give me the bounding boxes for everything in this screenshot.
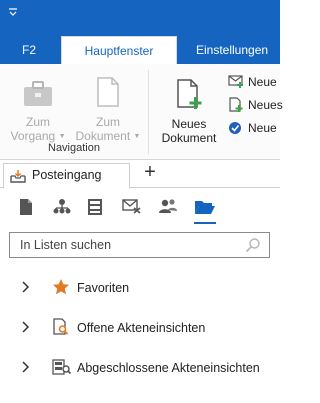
document-add-icon (228, 97, 244, 117)
chevron-right-icon[interactable] (20, 320, 30, 337)
tree-item-label: Offene Akteneinsichten (77, 321, 206, 335)
neue-check-button[interactable]: Neue (228, 120, 288, 143)
neues-dokument-line2: Dokument (161, 131, 217, 145)
ribbon-small-actions: Neue Neues Neue (228, 74, 288, 143)
briefcase-icon (8, 78, 68, 111)
neues-dokument-button[interactable]: Neues Dokument (156, 78, 222, 145)
quick-access-dropdown-icon[interactable] (8, 8, 18, 16)
tab-posteingang[interactable]: Posteingang (3, 163, 130, 189)
star-icon (52, 278, 70, 299)
mail-icon[interactable] (122, 198, 144, 218)
neue-mail-button[interactable]: Neue (228, 74, 288, 97)
title-bar (0, 0, 280, 36)
group-separator (148, 70, 149, 154)
neues-item-button[interactable]: Neues (228, 97, 288, 120)
hierarchy-icon[interactable] (52, 198, 74, 218)
list-search-box (9, 232, 270, 258)
tab-einstellungen[interactable]: Einstellungen (184, 36, 280, 64)
document-icon (72, 76, 144, 111)
group-label-navigation: Navigation (48, 142, 100, 154)
document-list-icon[interactable] (18, 198, 40, 218)
file-view-icon (52, 318, 70, 339)
neues-dokument-line1: Neues (171, 117, 207, 131)
neue-check-label: Neue (248, 121, 277, 135)
chevron-right-icon[interactable] (20, 360, 30, 377)
archive-view-icon (52, 358, 72, 379)
tree-item-offene-akteneinsichten[interactable]: Offene Akteneinsichten (0, 308, 280, 348)
new-document-icon (156, 78, 222, 113)
folder-open-icon[interactable] (194, 198, 216, 224)
chevron-down-icon: ▼ (58, 132, 66, 140)
chevron-down-icon: ▼ (133, 132, 141, 140)
list-type-toolbar (0, 196, 280, 224)
tree-item-abgeschlossene-akteneinsichten[interactable]: Abgeschlossene Akteneinsichten (0, 348, 280, 388)
ribbon-panel: Zum Vorgang ▼ Zum Dokument ▼ Navigation … (0, 64, 283, 160)
search-input[interactable] (10, 233, 230, 257)
tab-f2[interactable]: F2 (6, 36, 52, 64)
cabinet-icon[interactable] (87, 198, 109, 218)
document-tab-bar: Posteingang + (0, 160, 280, 189)
zum-dokument-button[interactable]: Zum Dokument ▼ (72, 76, 144, 144)
zum-dokument-line1: Zum (96, 115, 120, 129)
neue-mail-label: Neue (248, 75, 277, 89)
users-icon[interactable] (158, 198, 180, 218)
tab-posteingang-label: Posteingang (32, 168, 102, 182)
search-icon[interactable] (245, 237, 261, 256)
inbox-icon (10, 168, 26, 190)
chevron-right-icon[interactable] (20, 280, 30, 297)
zum-vorgang-button[interactable]: Zum Vorgang ▼ (8, 78, 68, 144)
add-tab-button[interactable]: + (140, 162, 160, 184)
check-circle-icon (228, 120, 244, 140)
tab-hauptfenster[interactable]: Hauptfenster (61, 36, 177, 64)
tree-item-label: Abgeschlossene Akteneinsichten (77, 361, 260, 375)
tree-item-label: Favoriten (77, 281, 130, 295)
zum-vorgang-line1: Zum (26, 115, 50, 129)
neues-item-label: Neues (248, 98, 283, 112)
zum-vorgang-line2: Vorgang (10, 129, 56, 143)
mail-add-icon (228, 74, 244, 92)
ribbon-tab-bar: F2 Hauptfenster Einstellungen (0, 36, 280, 64)
zum-dokument-line2: Dokument (75, 129, 131, 143)
tree-item-favoriten[interactable]: Favoriten (0, 268, 280, 308)
